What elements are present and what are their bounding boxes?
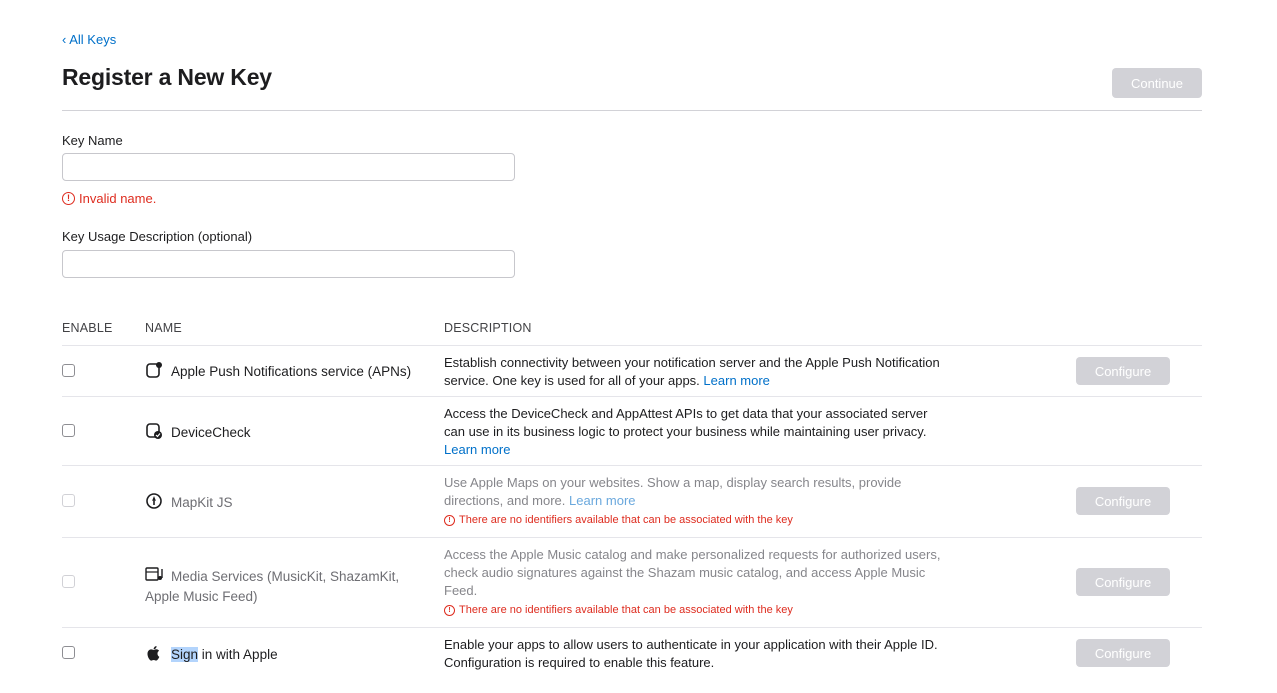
table-row-sign-in-with-apple: Sign in with Apple Enable your apps to a… bbox=[62, 627, 1202, 679]
key-name-error: ! Invalid name. bbox=[62, 191, 156, 206]
column-enable: ENABLE bbox=[62, 321, 113, 335]
configure-button-sign-in-with-apple[interactable]: Configure bbox=[1076, 639, 1170, 667]
page-title: Register a New Key bbox=[62, 64, 272, 90]
mapkit-compass-icon bbox=[145, 492, 163, 510]
configure-button-mapkit-js[interactable]: Configure bbox=[1076, 487, 1170, 515]
service-name-devicecheck: DeviceCheck bbox=[145, 422, 435, 443]
configure-button-apns[interactable]: Configure bbox=[1076, 357, 1170, 385]
column-name: NAME bbox=[145, 321, 182, 335]
selected-text-highlight: Sign bbox=[171, 647, 199, 662]
key-description-input[interactable] bbox=[62, 250, 515, 278]
service-name-mapkit-js: MapKit JS bbox=[145, 492, 435, 513]
media-services-warning: ! There are no identifiers available tha… bbox=[444, 603, 944, 617]
enable-checkbox-mapkit-js[interactable] bbox=[62, 494, 75, 507]
learn-more-link-apns[interactable]: Learn more bbox=[703, 373, 769, 388]
table-row-devicecheck: DeviceCheck Access the DeviceCheck and A… bbox=[62, 396, 1202, 466]
push-notification-icon bbox=[145, 361, 163, 379]
service-name-media-services: Media Services (MusicKit, ShazamKit, App… bbox=[145, 566, 435, 607]
enable-checkbox-apns[interactable] bbox=[62, 364, 75, 377]
key-name-error-text: Invalid name. bbox=[79, 191, 157, 206]
service-description-devicecheck: Access the DeviceCheck and AppAttest API… bbox=[444, 406, 928, 457]
service-description-media-services: Access the Apple Music catalog and make … bbox=[444, 546, 944, 617]
service-description-apns: Establish connectivity between your noti… bbox=[444, 355, 940, 388]
learn-more-link-mapkit-js[interactable]: Learn more bbox=[569, 493, 635, 508]
warning-icon: ! bbox=[444, 604, 455, 616]
device-check-icon bbox=[145, 422, 163, 440]
apple-logo-icon bbox=[145, 644, 163, 662]
enable-checkbox-sign-in-with-apple[interactable] bbox=[62, 646, 75, 659]
service-name-apns: Apple Push Notifications service (APNs) bbox=[145, 361, 435, 382]
table-row-apns: Apple Push Notifications service (APNs) … bbox=[62, 345, 1202, 397]
back-link-label: All Keys bbox=[69, 32, 117, 47]
mapkit-js-warning: ! There are no identifiers available tha… bbox=[444, 513, 944, 527]
enable-checkbox-media-services[interactable] bbox=[62, 575, 75, 588]
key-name-label: Key Name bbox=[62, 133, 123, 148]
service-description-sign-in-with-apple: Enable your apps to allow users to authe… bbox=[444, 637, 938, 670]
warning-icon: ! bbox=[444, 514, 455, 526]
table-row-media-services: Media Services (MusicKit, ShazamKit, App… bbox=[62, 537, 1202, 628]
media-services-icon bbox=[145, 566, 163, 584]
column-description: DESCRIPTION bbox=[444, 321, 532, 335]
service-description-mapkit-js: Use Apple Maps on your websites. Show a … bbox=[444, 474, 944, 527]
error-icon: ! bbox=[62, 192, 75, 205]
service-name-sign-in-with-apple: Sign in with Apple bbox=[145, 644, 435, 665]
continue-button[interactable]: Continue bbox=[1112, 68, 1202, 98]
all-keys-back-link[interactable]: ‹ All Keys bbox=[62, 32, 116, 47]
configure-button-media-services[interactable]: Configure bbox=[1076, 568, 1170, 596]
enable-checkbox-devicecheck[interactable] bbox=[62, 424, 75, 437]
key-name-input[interactable] bbox=[62, 153, 515, 181]
table-row-mapkit-js: MapKit JS Use Apple Maps on your website… bbox=[62, 465, 1202, 538]
header-divider bbox=[62, 110, 1202, 111]
learn-more-link-devicecheck[interactable]: Learn more bbox=[444, 442, 510, 457]
description-label: Key Usage Description (optional) bbox=[62, 229, 253, 244]
